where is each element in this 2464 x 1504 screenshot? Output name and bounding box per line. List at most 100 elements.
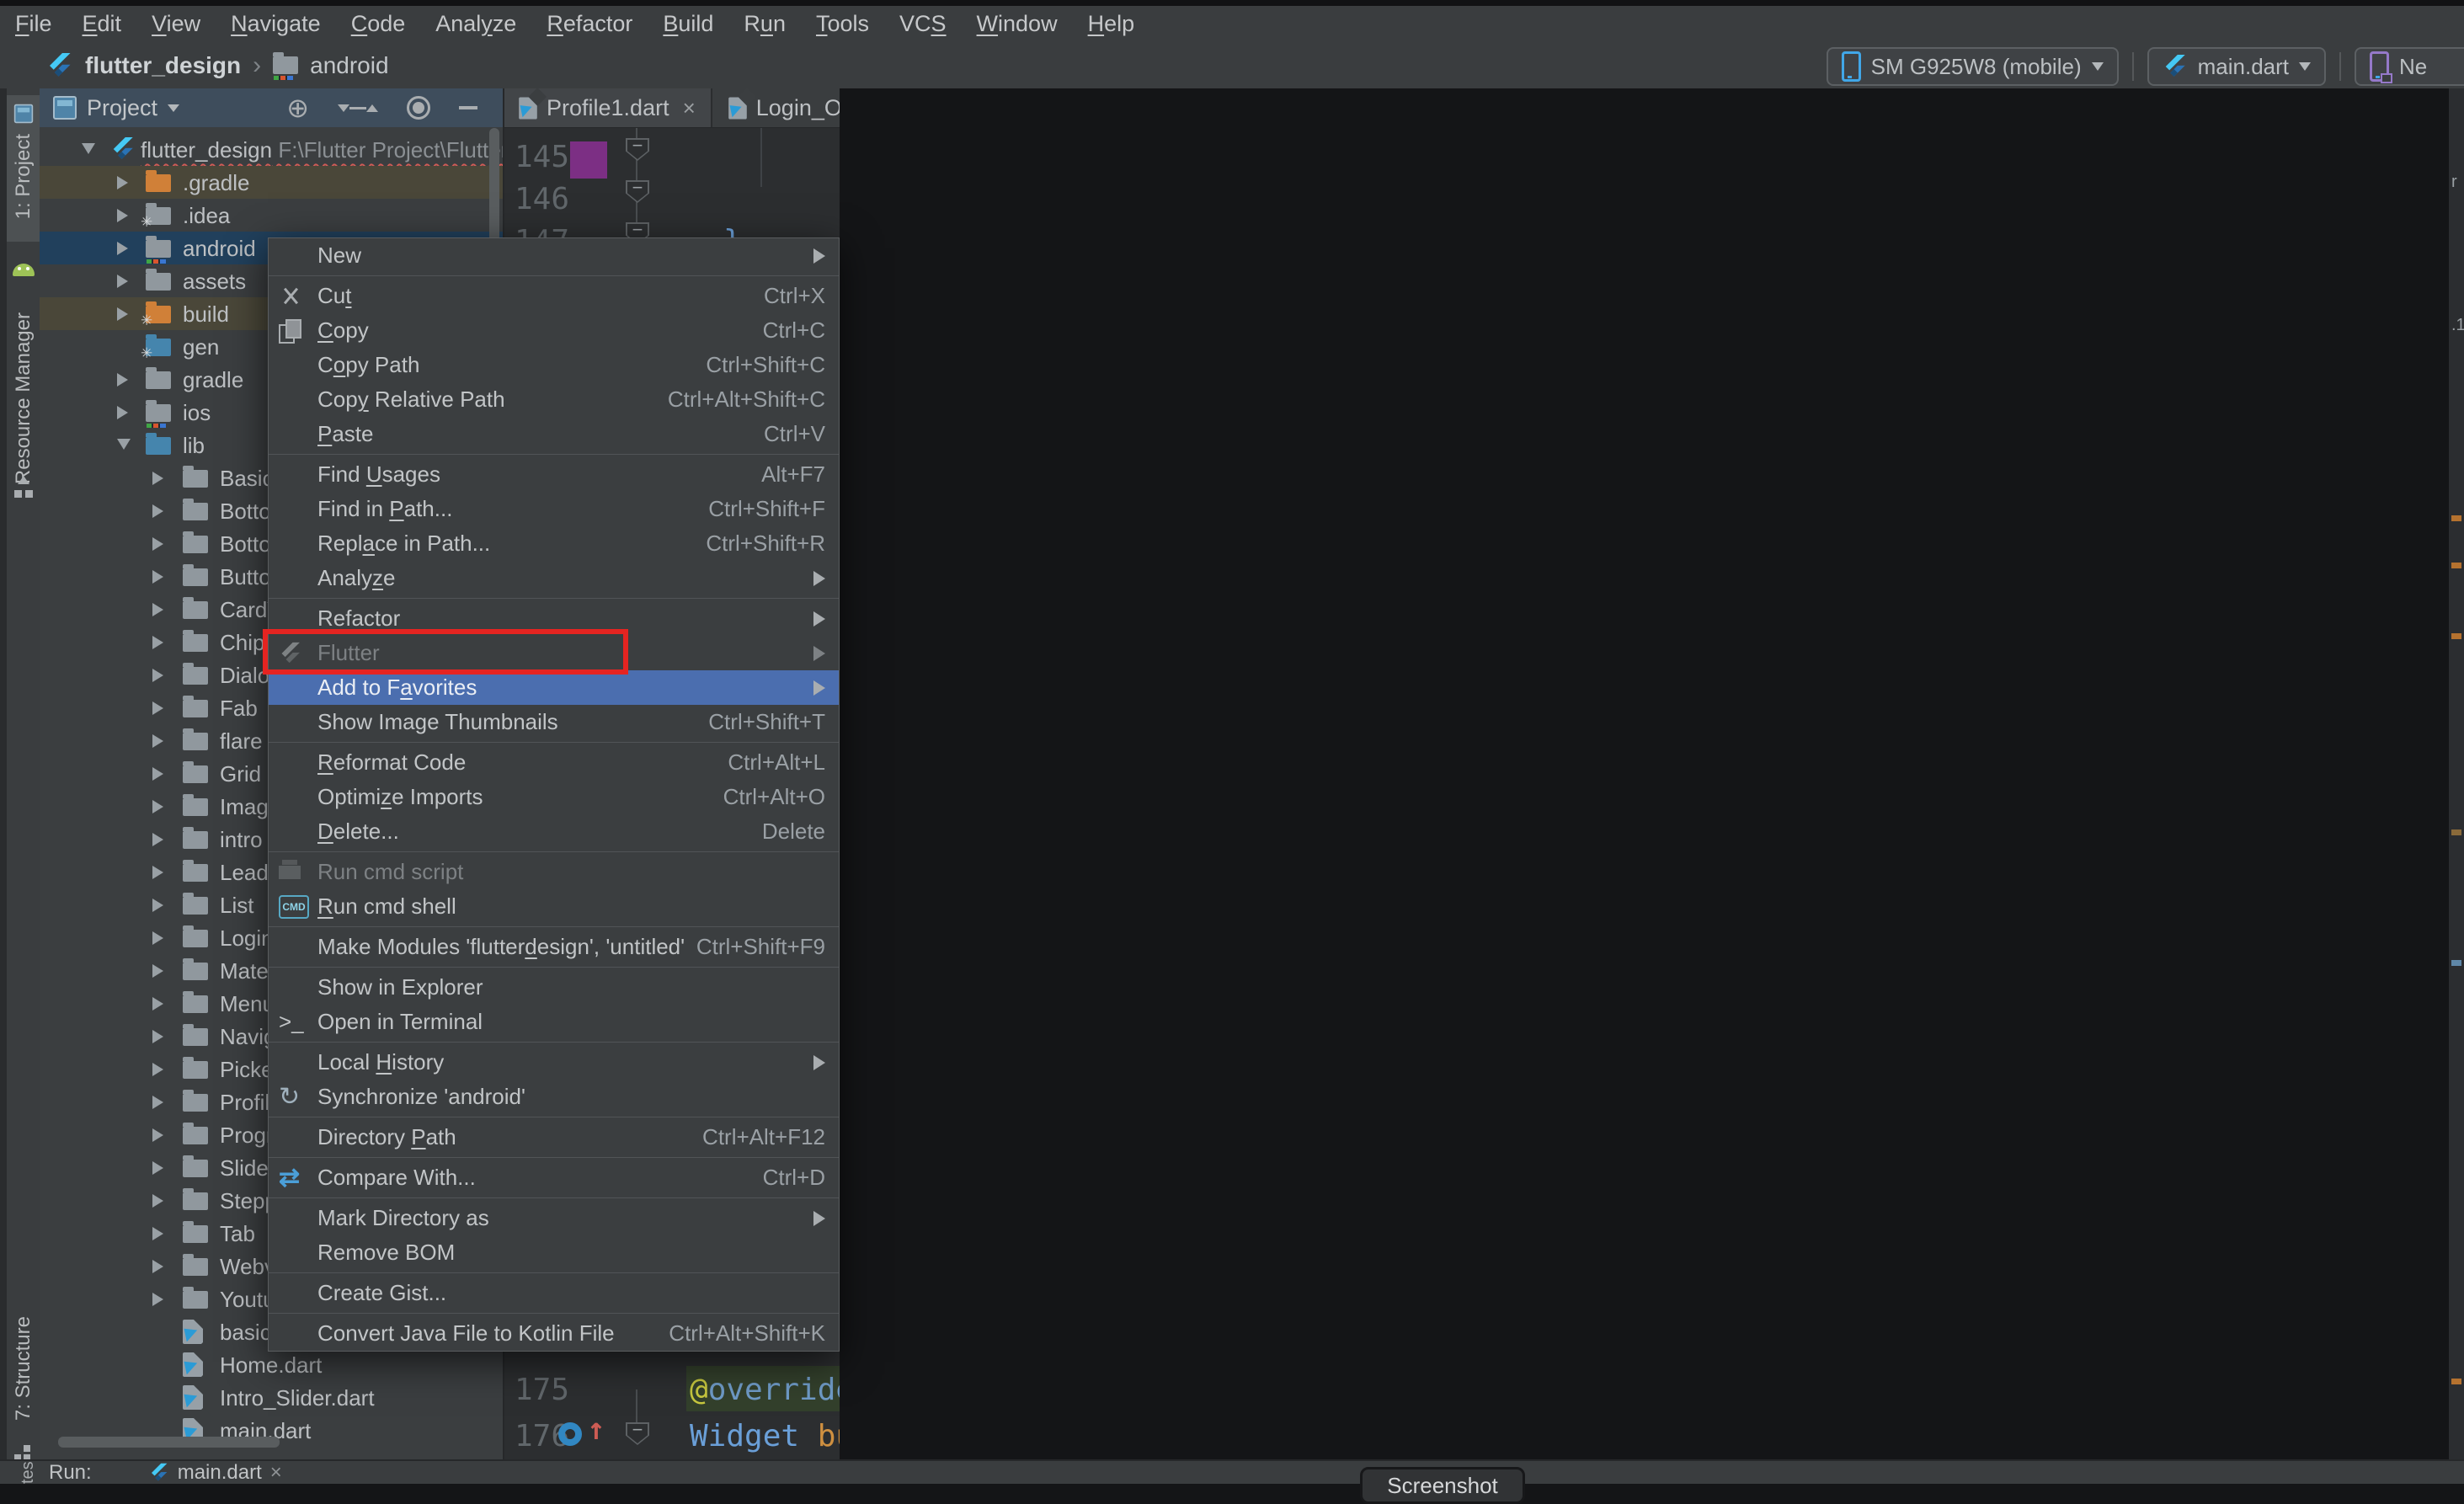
menu-analyze[interactable]: Analyze [435,11,516,37]
menu-item-label: Analyze [317,565,396,591]
menu-item-find-in-path[interactable]: Find in Path...Ctrl+Shift+F [269,492,839,526]
folder-icon [183,601,208,619]
menu-item-reformat-code[interactable]: Reformat CodeCtrl+Alt+L [269,745,839,780]
screenshot-button[interactable]: Screenshot [1360,1467,1525,1504]
menu-item-run-cmd-shell[interactable]: CMDRun cmd shell [269,889,839,924]
chevron-collapsed-icon [152,833,163,846]
editor-tab-profile1-dart[interactable]: Profile1.dart× [503,88,712,127]
menu-item-compare-with[interactable]: ⇄Compare With...Ctrl+D [269,1160,839,1195]
close-icon[interactable]: × [683,95,696,121]
menu-window[interactable]: Window [977,11,1058,37]
collapse-all-icon[interactable] [338,104,378,113]
menu-item-shortcut: Ctrl+C [763,317,825,344]
run-tool-window-bar: Run: main.dart × [0,1459,2464,1484]
fold-marker-icon[interactable]: − [626,138,649,161]
tree-item-label: Fab [220,696,258,722]
tree-horizontal-scrollbar[interactable] [58,1437,280,1448]
menu-item-make-modules-flutterdesign-untitled[interactable]: Make Modules 'flutterdesign', 'untitled'… [269,930,839,964]
tree-item-home-dart[interactable]: Home.dart [40,1348,503,1381]
color-swatch[interactable] [570,141,607,179]
sidebar-tab-resource-manager[interactable]: Resource Manager [7,306,40,471]
run-config-button[interactable]: main.dart [2147,47,2326,86]
fold-marker-icon[interactable]: − [626,1422,649,1445]
menu-item-paste[interactable]: PasteCtrl+V [269,417,839,451]
tree-item-flutter-design[interactable]: flutter_design F:\Flutter Project\Flutte… [40,133,503,166]
menu-file[interactable]: File [15,11,52,37]
tree-vertical-scrollbar[interactable] [489,128,499,242]
menu-item-delete[interactable]: Delete...Delete [269,814,839,849]
menu-item-show-image-thumbnails[interactable]: Show Image ThumbnailsCtrl+Shift+T [269,705,839,739]
menu-view[interactable]: View [152,11,200,37]
tree-item-intro-slider-dart[interactable]: Intro_Slider.dart [40,1381,503,1414]
menu-refactor[interactable]: Refactor [547,11,632,37]
sidebar-tab-structure[interactable]: 7: Structure [7,1309,40,1449]
settings-gear-icon[interactable] [407,96,430,120]
menu-item-analyze[interactable]: Analyze [269,561,839,595]
menu-item-create-gist[interactable]: Create Gist... [269,1276,839,1310]
device-manager-button[interactable]: Ne [2355,47,2464,86]
code-fleck [2451,563,2461,568]
run-tab-main-dart[interactable]: main.dart × [141,1461,291,1484]
menu-item-new[interactable]: New [269,238,839,273]
menu-separator [269,595,839,601]
menu-item-synchronize-android[interactable]: ↻Synchronize 'android' [269,1080,839,1114]
tree-item--gradle[interactable]: .gradle [40,166,503,199]
menu-item-open-in-terminal[interactable]: >_Open in Terminal [269,1005,839,1039]
breadcrumb-project[interactable]: flutter_design [85,52,241,79]
menu-item-local-history[interactable]: Local History [269,1045,839,1080]
menu-item-replace-in-path[interactable]: Replace in Path...Ctrl+Shift+R [269,526,839,561]
menu-item-show-in-explorer[interactable]: Show in Explorer [269,970,839,1005]
fold-marker-icon[interactable]: − [626,180,649,203]
menu-item-find-usages[interactable]: Find UsagesAlt+F7 [269,457,839,492]
menu-separator [269,1270,839,1276]
menu-item-mark-directory-as[interactable]: Mark Directory as [269,1201,839,1235]
folder-icon [183,1028,208,1046]
device-selector-button[interactable]: SM G925W8 (mobile) [1827,47,2119,86]
menu-code[interactable]: Code [351,11,406,37]
chevron-down-icon [2299,62,2311,71]
shapes-icon[interactable] [7,469,40,504]
code-text: @override [690,1373,840,1407]
project-panel-title[interactable]: Project [87,95,157,121]
menu-item-cut[interactable]: CutCtrl+X [269,279,839,313]
menu-item-copy-path[interactable]: Copy PathCtrl+Shift+C [269,348,839,382]
menu-help[interactable]: Help [1088,11,1135,37]
run-config-label: main.dart [2198,54,2289,80]
menu-build[interactable]: Build [663,11,713,37]
tree-item--idea[interactable]: .idea [40,199,503,232]
breadcrumb-folder[interactable]: android [310,52,388,79]
tree-item-label: assets [183,269,246,295]
toolbar-separator [2132,52,2134,81]
menu-run[interactable]: Run [744,11,786,37]
menu-item-label: Cut [317,283,351,309]
breadcrumb[interactable]: flutter_design › android [46,42,389,88]
menu-separator [269,964,839,970]
hide-panel-icon[interactable] [459,106,477,109]
menu-item-copy-relative-path[interactable]: Copy Relative PathCtrl+Alt+Shift+C [269,382,839,417]
terminal-icon: >_ [279,1009,304,1035]
menu-vcs[interactable]: VCS [899,11,947,37]
menu-edit[interactable]: Edit [83,11,122,37]
menu-item-optimize-imports[interactable]: Optimize ImportsCtrl+Alt+O [269,780,839,814]
folder-icon [183,930,208,947]
locate-file-icon[interactable]: ⊕ [286,95,309,120]
android-icon[interactable] [7,257,40,283]
menu-item-convert-java-file-to-kotlin-file[interactable]: Convert Java File to Kotlin FileCtrl+Alt… [269,1316,839,1351]
menu-item-icon-slot [279,866,317,879]
menu-item-add-to-favorites[interactable]: Add to Favorites [269,670,839,705]
chevron-collapsed-icon [152,964,163,978]
favorites-stripe-partial-label[interactable]: tes [19,1438,38,1484]
folder-icon [183,1160,208,1177]
menu-navigate[interactable]: Navigate [231,11,321,37]
menu-item-remove-bom[interactable]: Remove BOM [269,1235,839,1270]
menu-item-copy[interactable]: CopyCtrl+C [269,313,839,348]
chevron-down-icon[interactable] [168,104,179,112]
menu-item-run-cmd-script[interactable]: Run cmd script [269,855,839,889]
menu-tools[interactable]: Tools [816,11,869,37]
override-marker-icon[interactable] [558,1422,582,1446]
sidebar-tab-project[interactable]: 1: Project [7,95,40,242]
folder-icon [183,1225,208,1243]
menu-item-directory-path[interactable]: Directory PathCtrl+Alt+F12 [269,1120,839,1155]
close-icon[interactable]: × [270,1461,282,1485]
run-label: Run: [49,1461,92,1485]
